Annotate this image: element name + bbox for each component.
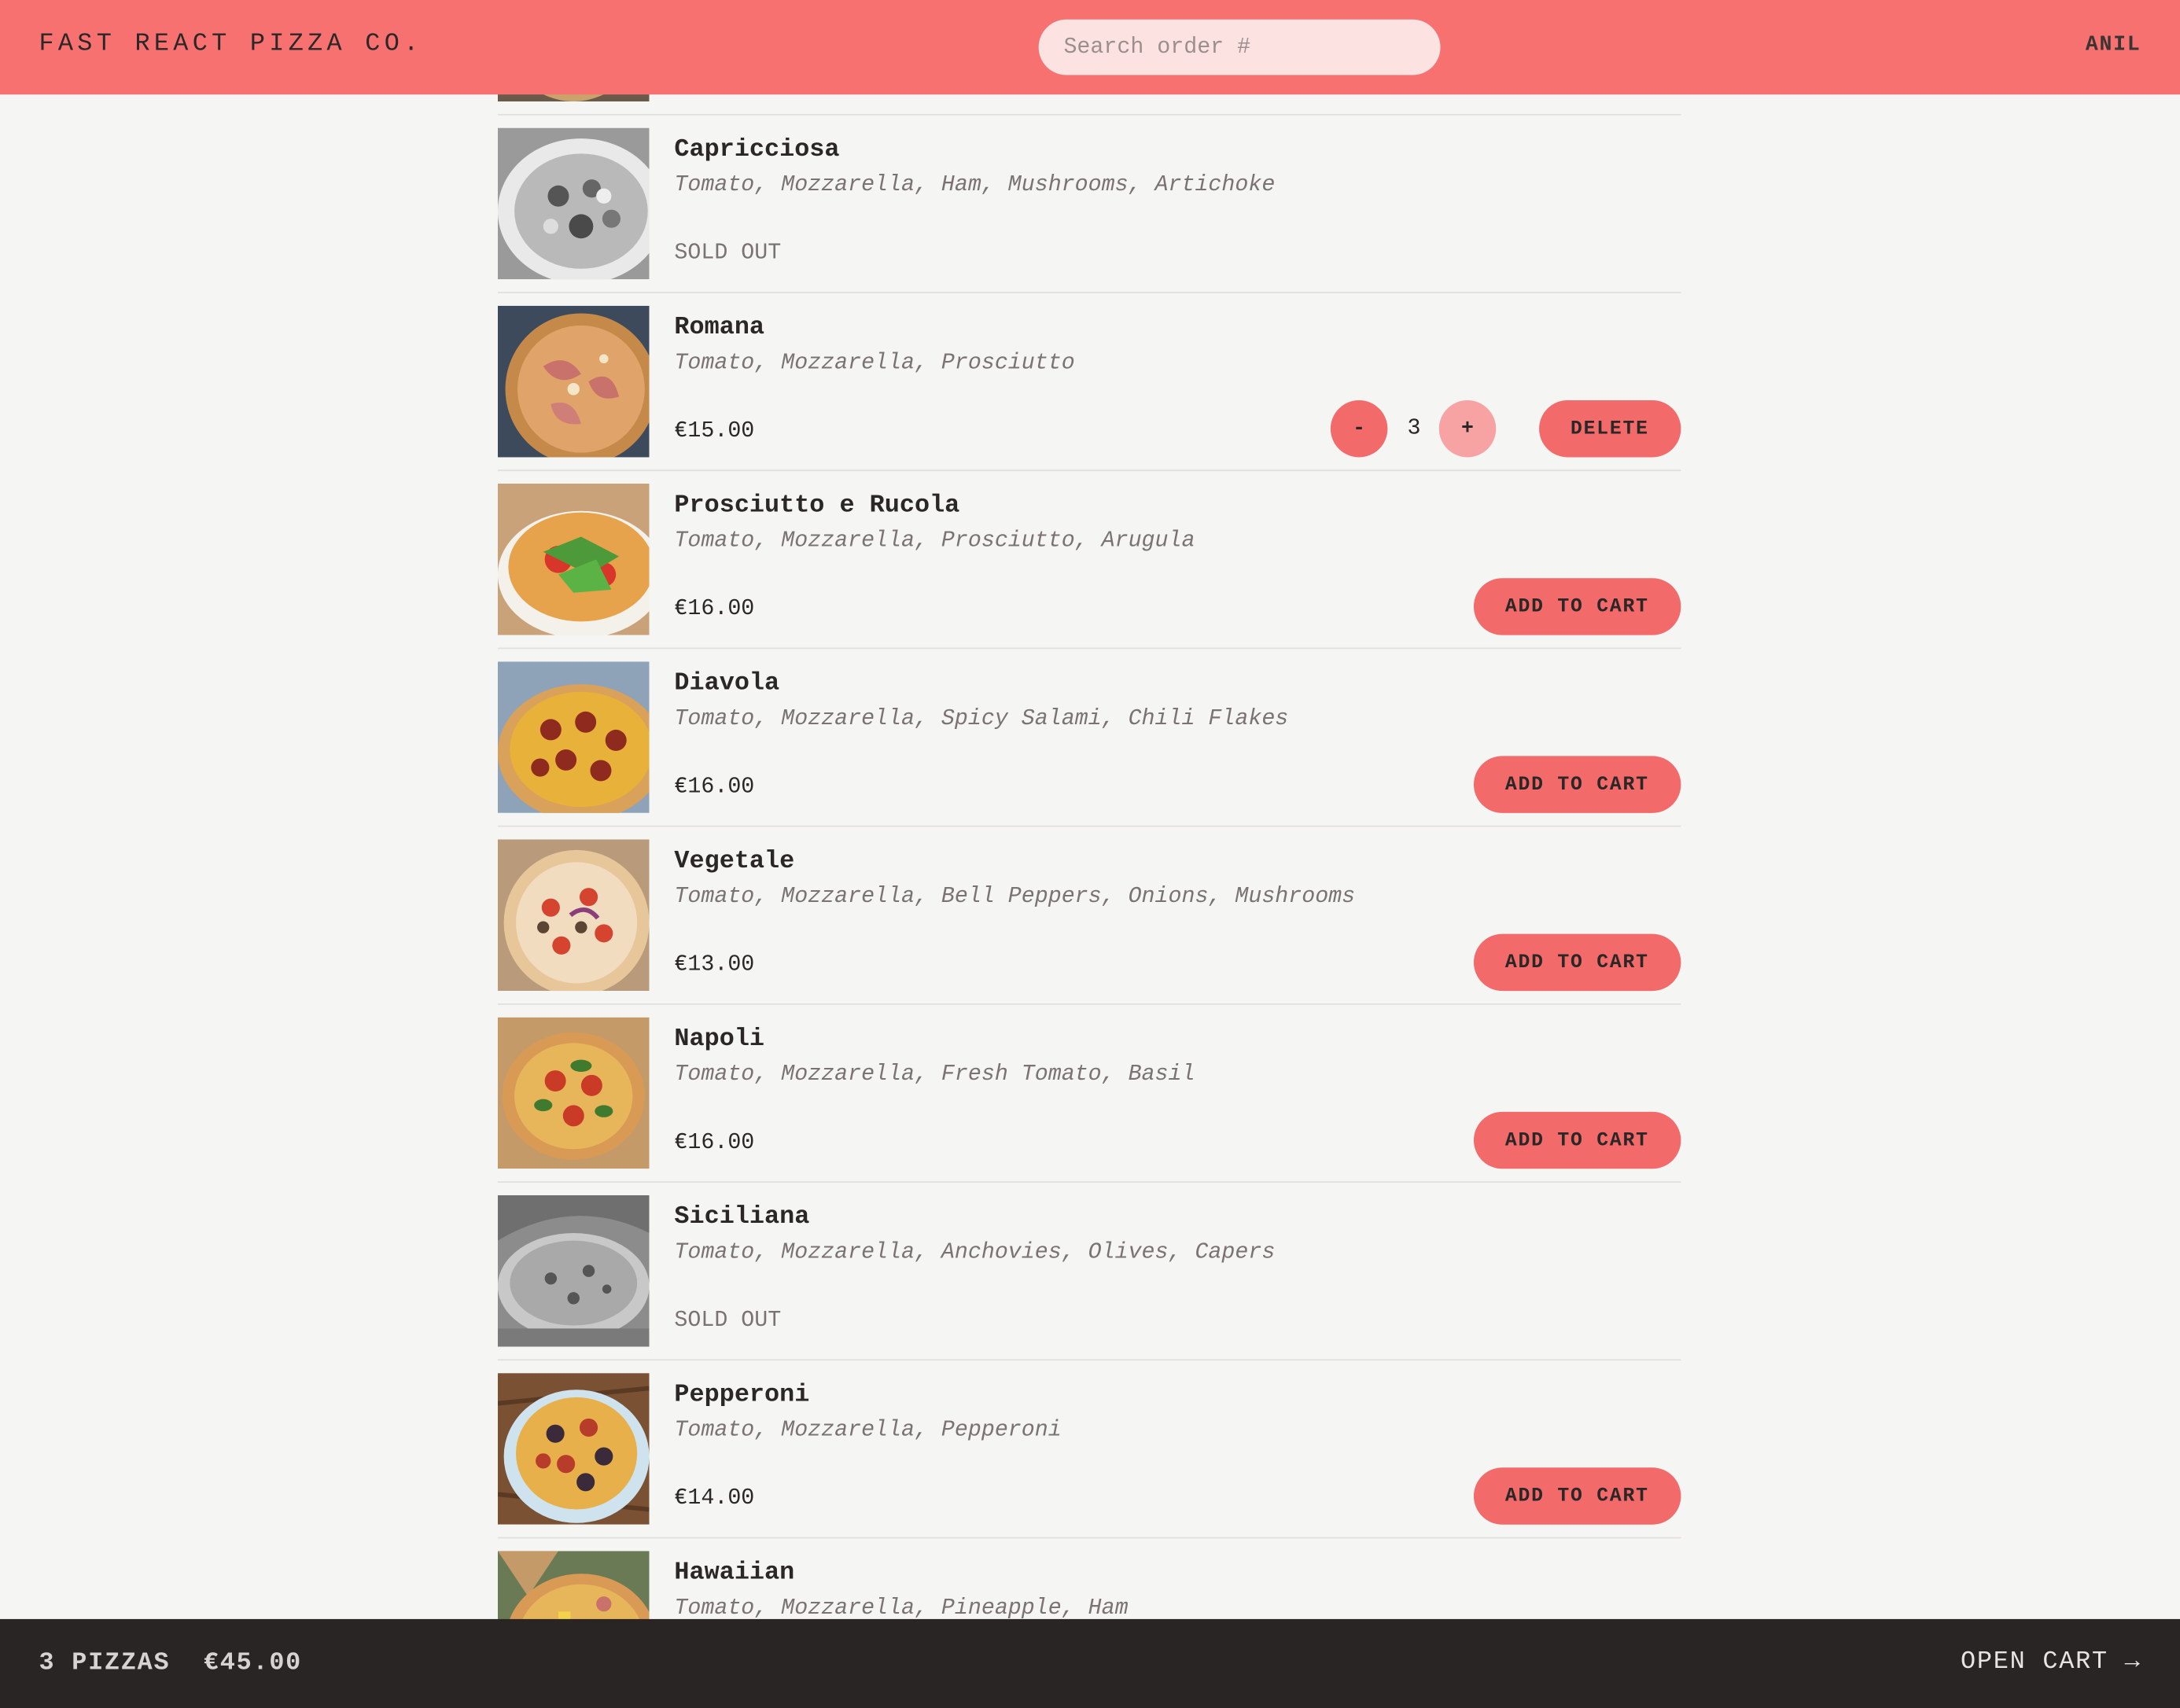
increase-quantity-button[interactable]: +: [1438, 399, 1497, 458]
pizza-price: €14.00: [674, 1485, 755, 1511]
pizza-ingredients: Tomato, Mozzarella, Pepperoni: [674, 1417, 1062, 1443]
delete-button[interactable]: DELETE: [1538, 399, 1681, 458]
pizza-ingredients: Tomato, Mozzarella, Ham, Mushrooms, Arti…: [674, 172, 1276, 197]
pizza-image: [497, 127, 650, 280]
menu-item: Prosciutto e Rucola Tomato, Mozzarella, …: [497, 471, 1681, 650]
menu-item: Napoli Tomato, Mozzarella, Fresh Tomato,…: [497, 1005, 1681, 1183]
menu-item: Pepperoni Tomato, Mozzarella, Pepperoni …: [497, 1360, 1681, 1539]
menu-item: Diavola Tomato, Mozzarella, Spicy Salami…: [497, 649, 1681, 827]
pizza-price: €13.00: [674, 952, 755, 977]
quantity-value: 3: [1407, 415, 1421, 441]
menu-item: Vegetale Tomato, Mozzarella, Bell Pepper…: [497, 827, 1681, 1005]
pizza-ingredients: Tomato, Mozzarella, Prosciutto, Arugula: [674, 528, 1195, 554]
add-to-cart-button[interactable]: ADD TO CART: [1473, 1467, 1681, 1525]
pizza-image: [497, 661, 650, 813]
pizza-ingredients: Tomato, Mozzarella, Fresh Tomato, Basil: [674, 1062, 1195, 1088]
add-to-cart-button[interactable]: ADD TO CART: [1473, 1111, 1681, 1169]
pizza-image: [497, 1017, 650, 1169]
sold-out-label: SOLD OUT: [674, 1308, 782, 1333]
open-cart-link[interactable]: OPEN CART →: [1961, 1648, 2141, 1676]
pizza-name: Diavola: [674, 669, 780, 698]
menu-item: Romana Tomato, Mozzarella, Prosciutto €1…: [497, 293, 1681, 472]
app-header: FAST REACT PIZZA CO. ANIL: [0, 0, 2180, 95]
pizza-price: €16.00: [674, 774, 755, 800]
pizza-ingredients: Tomato, Mozzarella, Anchovies, Olives, C…: [674, 1239, 1276, 1265]
logo-link[interactable]: FAST REACT PIZZA CO.: [39, 31, 423, 58]
cart-pizza-count: 3 PIZZAS: [39, 1649, 171, 1678]
add-to-cart-button[interactable]: ADD TO CART: [1473, 933, 1681, 992]
pizza-price: €15.00: [674, 418, 755, 444]
pizza-image: [497, 1373, 650, 1525]
pizza-price: €16.00: [674, 1129, 755, 1155]
pizza-image: [497, 839, 650, 992]
cart-summary: 3 PIZZAS €45.00: [39, 1650, 303, 1677]
pizza-ingredients: Tomato, Mozzarella, Spicy Salami, Chili …: [674, 705, 1289, 731]
username: ANIL: [2085, 33, 2141, 57]
pizza-image: [497, 484, 650, 635]
pizza-name: Capricciosa: [674, 136, 840, 164]
pizza-ingredients: Tomato, Mozzarella, Pineapple, Ham: [674, 1595, 1129, 1621]
pizza-image: [497, 1194, 650, 1347]
pizza-ingredients: Tomato, Mozzarella, Prosciutto: [674, 350, 1075, 376]
pizza-name: Vegetale: [674, 848, 795, 876]
menu-item: Siciliana Tomato, Mozzarella, Anchovies,…: [497, 1183, 1681, 1361]
pizza-name: Napoli: [674, 1025, 765, 1054]
menu-item: Capricciosa Tomato, Mozzarella, Ham, Mus…: [497, 116, 1681, 293]
pizza-name: Pepperoni: [674, 1381, 810, 1410]
pizza-price: €16.00: [674, 596, 755, 621]
decrease-quantity-button[interactable]: -: [1330, 399, 1388, 458]
pizza-name: Prosciutto e Rucola: [674, 491, 960, 520]
pizza-name: Romana: [674, 314, 765, 342]
cart-total-price: €45.00: [203, 1649, 303, 1678]
pizza-image: [497, 305, 650, 458]
pizza-ingredients: Tomato, Mozzarella, Bell Peppers, Onions…: [674, 884, 1356, 909]
add-to-cart-button[interactable]: ADD TO CART: [1473, 756, 1681, 813]
sold-out-label: SOLD OUT: [674, 240, 782, 266]
add-to-cart-button[interactable]: ADD TO CART: [1473, 578, 1681, 635]
pizza-name: Hawaiian: [674, 1559, 795, 1588]
search-order-input[interactable]: [1038, 19, 1441, 75]
cart-overview: 3 PIZZAS €45.00 OPEN CART →: [0, 1618, 2180, 1708]
pizza-name: Siciliana: [674, 1203, 810, 1231]
